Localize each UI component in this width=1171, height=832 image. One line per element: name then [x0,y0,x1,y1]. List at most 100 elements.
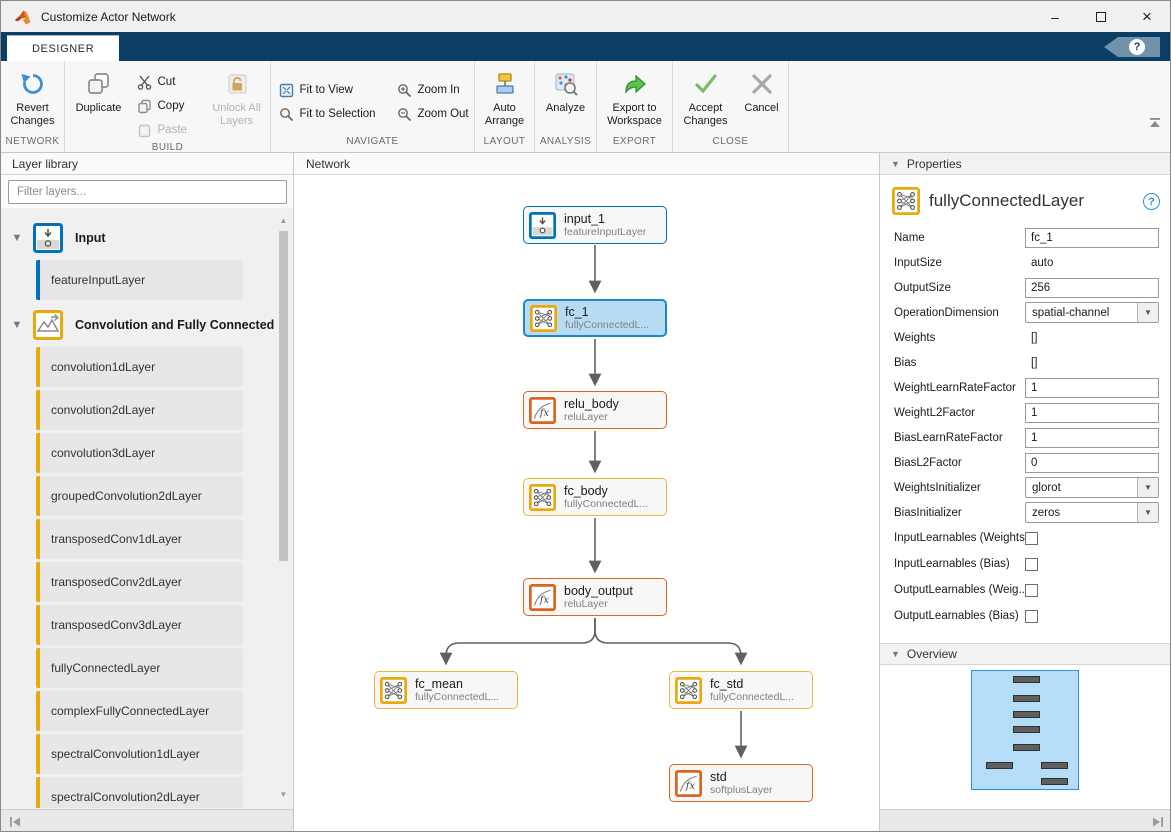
section-input[interactable]: ▼ Input [1,216,293,260]
scroll-down-icon[interactable]: ▼ [277,788,290,802]
auto-arrange-button[interactable]: Auto Arrange [476,66,534,128]
layer-item-spectralConvolution1dLayer[interactable]: spectralConvolution1dLayer [36,734,243,774]
paste-button[interactable]: Paste [130,118,206,142]
outputlearnables-weights-checkbox[interactable] [1025,584,1038,597]
biasl2factor-input[interactable] [1025,453,1159,473]
chevron-down-icon[interactable]: ▼ [1,319,33,331]
group-build: Duplicate Cut Copy Paste [65,61,271,152]
bias-value: [] [1025,357,1037,369]
outputsize-input[interactable] [1025,278,1159,298]
group-layout: Auto Arrange LAYOUT [475,61,535,152]
cancel-button[interactable]: Cancel [737,66,787,115]
fit-to-selection-button[interactable]: Fit to Selection [272,102,390,126]
group-label-network: NETWORK [1,136,64,152]
inputlearnables-weights-checkbox[interactable] [1025,532,1038,545]
unlock-all-layers-button[interactable]: Unlock All Layers [206,66,268,128]
overview-header[interactable]: ▼ Overview [880,643,1171,665]
layer-item-fullyConnectedLayer[interactable]: fullyConnectedLayer [36,648,243,688]
node-std[interactable]: fx stdsoftplusLayer [669,764,813,802]
minimap-node [1013,695,1040,702]
analyze-button[interactable]: Analyze [536,66,596,115]
node-fc-1[interactable]: fc_1fullyConnectedL... [523,299,667,337]
outputlearnables-bias-checkbox[interactable] [1025,610,1038,623]
close-button[interactable]: × [1124,1,1170,32]
group-label-build: BUILD [65,142,270,153]
biasinitializer-dropdown[interactable]: zeros▼ [1025,502,1159,523]
scroll-up-icon[interactable]: ▲ [277,214,290,228]
fully-connected-layer-icon [675,677,702,704]
cut-button[interactable]: Cut [130,70,206,94]
minimap-viewport[interactable] [971,670,1079,790]
layer-item-transposedConv1dLayer[interactable]: transposedConv1dLayer [36,519,243,559]
scroll-thumb[interactable] [279,231,288,561]
node-fc-body[interactable]: fc_bodyfullyConnectedL... [523,478,667,516]
network-canvas[interactable]: input_1featureInputLayer fc_1fullyConnec… [295,175,879,832]
layer-item-convolution1dLayer[interactable]: convolution1dLayer [36,347,243,387]
duplicate-button[interactable]: Duplicate [68,66,130,115]
chevron-down-icon[interactable]: ▼ [1,232,33,244]
export-icon [622,69,648,99]
library-scrollbar[interactable]: ▲ ▼ [277,214,290,802]
minimap-node [1041,778,1068,785]
layer-item-complexFullyConnectedLayer[interactable]: complexFullyConnectedLayer [36,691,243,731]
filter-layers-input[interactable] [8,180,287,204]
group-label-navigate: NAVIGATE [271,136,474,152]
help-button[interactable]: ? [1104,37,1160,57]
export-to-workspace-button[interactable]: Export to Workspace [599,66,671,128]
accept-changes-button[interactable]: Accept Changes [675,66,737,128]
group-label-export: EXPORT [597,136,672,152]
node-input-1[interactable]: input_1featureInputLayer [523,206,667,244]
collapse-left-panel-bar[interactable] [1,809,293,832]
field-inputlearnables-weights: InputLearnables (Weights) [880,525,1171,551]
weightl2factor-input[interactable] [1025,403,1159,423]
section-convolution[interactable]: ▼ Convolution and Fully Connected [1,303,293,347]
name-input[interactable] [1025,228,1159,248]
biaslearnratefactor-input[interactable] [1025,428,1159,448]
layer-item-spectralConvolution2dLayer[interactable]: spectralConvolution2dLayer [36,777,243,808]
group-close: Accept Changes Cancel CLOSE [673,61,789,152]
zoom-in-button[interactable]: Zoom In [390,78,474,102]
node-fc-std[interactable]: fc_stdfullyConnectedL... [669,671,813,709]
field-outputsize: OutputSize [880,275,1171,300]
inputlearnables-bias-checkbox[interactable] [1025,558,1038,571]
properties-header[interactable]: ▼ Properties [880,153,1171,175]
field-inputsize: InputSize auto [880,250,1171,275]
layer-item-groupedConvolution2dLayer[interactable]: groupedConvolution2dLayer [36,476,243,516]
relu-layer-icon: fx [529,397,556,424]
properties-title: Properties [907,157,962,171]
zoom-in-icon [397,83,412,98]
layer-item-convolution3dLayer[interactable]: convolution3dLayer [36,433,243,473]
analyze-icon [553,69,579,99]
layer-item-transposedConv3dLayer[interactable]: transposedConv3dLayer [36,605,243,645]
chevron-down-icon: ▼ [1137,503,1158,522]
copy-button[interactable]: Copy [130,94,206,118]
fit-to-view-button[interactable]: Fit to View [272,78,390,102]
layer-item-convolution2dLayer[interactable]: convolution2dLayer [36,390,243,430]
collapse-right-icon [1152,816,1164,828]
weightsinitializer-dropdown[interactable]: glorot▼ [1025,477,1159,498]
node-body-output[interactable]: fx body_outputreluLayer [523,578,667,616]
svg-text:fx: fx [685,780,696,791]
node-relu-body[interactable]: fx relu_bodyreluLayer [523,391,667,429]
collapse-right-panel-bar[interactable] [880,809,1171,832]
minimap-node [1041,762,1068,769]
layer-item-transposedConv2dLayer[interactable]: transposedConv2dLayer [36,562,243,602]
layer-type-header: fullyConnectedLayer ? [880,175,1171,225]
field-outputlearnables-weights: OutputLearnables (Weig... [880,577,1171,603]
convolution-section-icon [33,310,63,340]
revert-changes-button[interactable]: Revert Changes [2,66,64,128]
input-section-icon [33,223,63,253]
layer-library-panel: Layer library ▼ Input featureInputLayer … [1,153,294,832]
layer-item-featureInputLayer[interactable]: featureInputLayer [36,260,243,300]
zoom-out-button[interactable]: Zoom Out [390,102,474,126]
weightlearnratefactor-input[interactable] [1025,378,1159,398]
operationdimension-dropdown[interactable]: spatial-channel▼ [1025,302,1159,323]
layer-help-icon[interactable]: ? [1143,193,1160,210]
accept-icon [693,69,719,99]
minimize-button[interactable]: – [1032,1,1078,32]
node-fc-mean[interactable]: fc_meanfullyConnectedL... [374,671,518,709]
group-export: Export to Workspace EXPORT [597,61,673,152]
collapse-ribbon-button[interactable] [1148,118,1162,128]
tab-designer[interactable]: DESIGNER [7,35,119,61]
maximize-button[interactable] [1078,1,1124,32]
